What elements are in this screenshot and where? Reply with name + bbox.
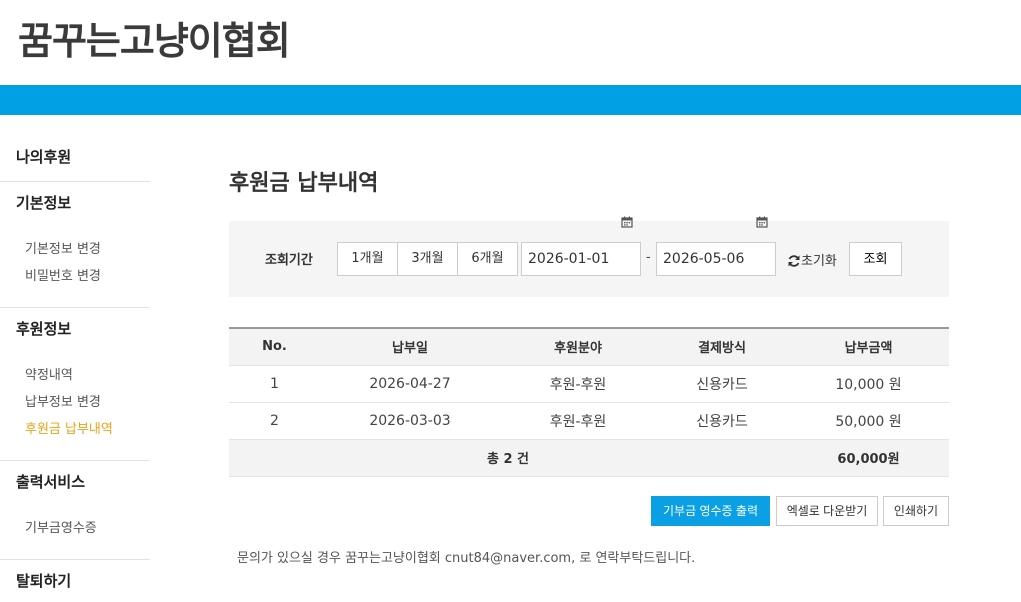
sidebar-section-print-service: 출력서비스 기부금영수증 (0, 461, 150, 560)
table-header-row: No. 납부일 후원분야 결제방식 납부금액 (229, 328, 949, 366)
date-from-wrapper (521, 216, 641, 297)
sidebar-item-pledges[interactable]: 약정내역 (16, 362, 150, 389)
header-payment-method: 결제방식 (656, 328, 788, 366)
site-header: 꿈꾸는고냥이협회 (0, 0, 1021, 85)
cell-no: 1 (229, 365, 320, 403)
total-amount: 60,000원 (788, 439, 949, 477)
header-no: No. (229, 328, 320, 366)
sidebar-heading-my-support[interactable]: 나의후원 (16, 146, 150, 168)
sidebar-section-withdraw: 탈퇴하기 (0, 560, 150, 602)
sidebar-item-change-password[interactable]: 비밀번호 변경 (16, 263, 150, 290)
table-row: 2 2026-03-03 후원-후원 신용카드 50,000 원 (229, 402, 949, 440)
calendar-icon[interactable] (621, 216, 633, 228)
sidebar-item-donation-receipt[interactable]: 기부금영수증 (16, 515, 150, 542)
cell-no: 2 (229, 402, 320, 440)
sidebar-heading-support-info[interactable]: 후원정보 (16, 318, 150, 340)
donation-receipt-print-button[interactable]: 기부금 영수증 출력 (651, 496, 770, 526)
table-total-row: 총 2 건 60,000원 (229, 439, 949, 477)
reset-label: 초기화 (801, 254, 837, 269)
cell-payment-date: 2026-04-27 (320, 365, 500, 403)
period-3-month-button[interactable]: 3개월 (397, 242, 458, 276)
date-from-input[interactable] (521, 242, 641, 276)
page-title: 후원금 납부내역 (229, 171, 379, 196)
table-row: 1 2026-04-27 후원-후원 신용카드 10,000 원 (229, 365, 949, 403)
cell-payment-amount: 10,000 원 (788, 365, 949, 403)
period-1-month-button[interactable]: 1개월 (337, 242, 398, 276)
search-period-label: 조회기간 (265, 253, 313, 268)
sidebar-section-support-info: 후원정보 약정내역 납부정보 변경 후원금 납부내역 (0, 308, 150, 461)
total-count: 총 2 건 (320, 439, 656, 477)
reset-button[interactable]: 초기화 (787, 250, 837, 269)
sidebar-heading-print-service[interactable]: 출력서비스 (16, 471, 150, 493)
sidebar-heading-withdraw[interactable]: 탈퇴하기 (16, 570, 150, 592)
cell-payment-method: 신용카드 (656, 365, 788, 403)
header-payment-amount: 납부금액 (788, 328, 949, 366)
cell-payment-date: 2026-03-03 (320, 402, 500, 440)
payment-history-table: No. 납부일 후원분야 결제방식 납부금액 1 2026-04-27 후원-후… (229, 327, 949, 477)
calendar-icon[interactable] (756, 216, 768, 228)
cell-payment-amount: 50,000 원 (788, 402, 949, 440)
sidebar: 나의후원 기본정보 기본정보 변경 비밀번호 변경 후원정보 약정내역 납부정보… (0, 136, 150, 602)
query-button[interactable]: 조회 (849, 242, 902, 276)
date-to-wrapper (656, 216, 776, 297)
header-support-field: 후원분야 (500, 328, 656, 366)
sidebar-item-edit-payment-info[interactable]: 납부정보 변경 (16, 389, 150, 416)
cell-payment-method: 신용카드 (656, 402, 788, 440)
search-panel: 조회기간 1개월 3개월 6개월 - 초기화 (229, 216, 949, 297)
site-title[interactable]: 꿈꾸는고냥이협회 (18, 10, 291, 65)
cell-support-field: 후원-후원 (500, 365, 656, 403)
sidebar-item-edit-basic-info[interactable]: 기본정보 변경 (16, 236, 150, 263)
cell-support-field: 후원-후원 (500, 402, 656, 440)
nav-bar (0, 85, 1021, 115)
refresh-icon (788, 255, 800, 267)
sidebar-item-payment-history[interactable]: 후원금 납부내역 (16, 416, 150, 443)
date-to-input[interactable] (656, 242, 776, 276)
period-6-month-button[interactable]: 6개월 (457, 242, 518, 276)
contact-notice: 문의가 있으실 경우 꿈꾸는고냥이협회 cnut84@naver.com, 로 … (237, 551, 696, 566)
header-payment-date: 납부일 (320, 328, 500, 366)
sidebar-section-my-support: 나의후원 (0, 136, 150, 182)
sidebar-section-basic-info: 기본정보 기본정보 변경 비밀번호 변경 (0, 182, 150, 308)
date-range-separator: - (646, 250, 651, 265)
print-button[interactable]: 인쇄하기 (883, 496, 949, 526)
excel-download-button[interactable]: 엑셀로 다운받기 (776, 496, 878, 526)
sidebar-heading-basic-info[interactable]: 기본정보 (16, 192, 150, 214)
